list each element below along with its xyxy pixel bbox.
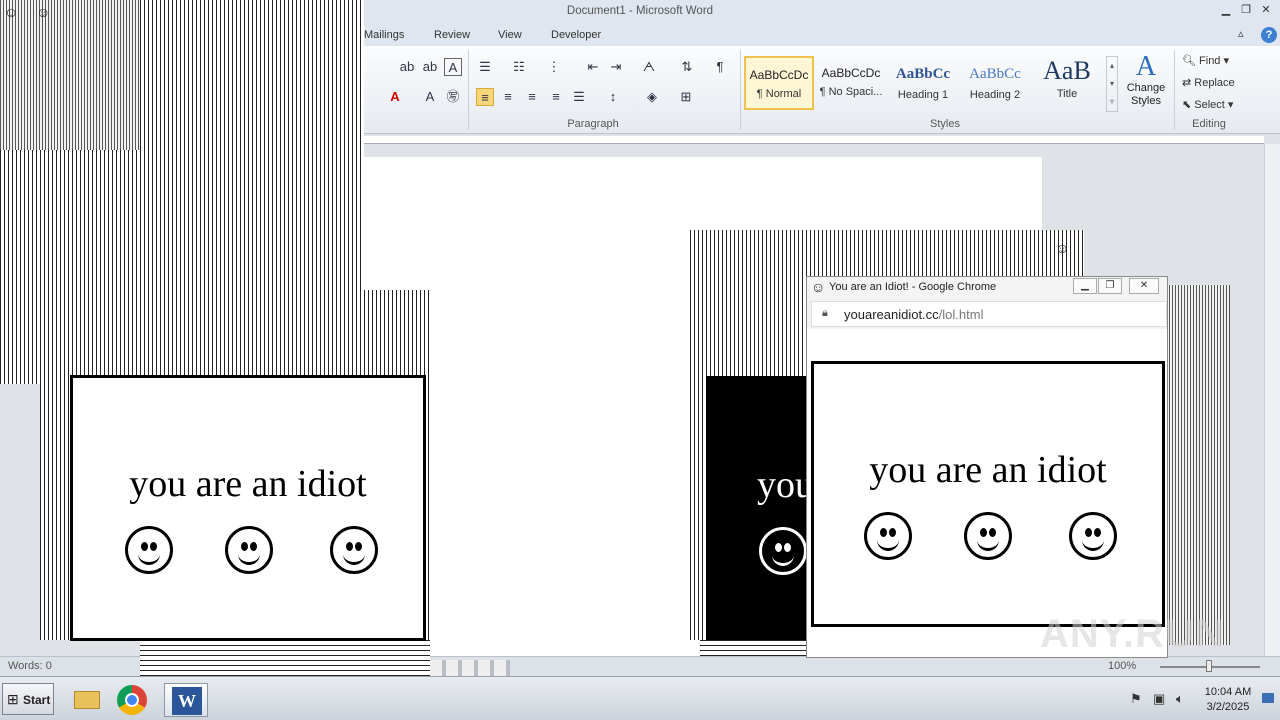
styles-scroll[interactable]: ▴ ▾ ▿ — [1106, 56, 1118, 112]
smiley-icon — [225, 526, 273, 574]
line-spacing-icon[interactable]: ↕ — [604, 88, 622, 106]
shading-icon[interactable]: ◈ — [643, 88, 661, 106]
style-heading-1[interactable]: AaBbCc Heading 1 — [888, 56, 958, 110]
tab-developer[interactable]: Developer — [551, 29, 601, 41]
lock-icon: 🔒︎ — [822, 307, 828, 319]
decrease-indent-icon[interactable]: ⇤ — [584, 58, 602, 76]
horizontal-ruler — [364, 136, 1264, 144]
idiot-panel: you are an idiot — [70, 375, 426, 641]
network-icon[interactable]: ▣ — [1153, 691, 1165, 707]
style-no-spacing[interactable]: AaBbCcDc ¶ No Spaci... — [816, 56, 886, 110]
close-button[interactable]: ✕ — [1258, 2, 1274, 18]
watermark: ANY.RUN — [1040, 612, 1225, 656]
chrome-icon — [117, 685, 147, 715]
system-clock[interactable]: 10:04 AM 3/2/2025 — [1196, 685, 1260, 715]
smiley-icon — [330, 526, 378, 574]
show-desktop-button[interactable] — [1262, 693, 1274, 703]
numbering-icon[interactable]: ☷ — [510, 58, 528, 76]
vertical-scrollbar[interactable] — [1264, 144, 1280, 656]
idiot-panel-inverted: you — [706, 376, 816, 640]
increase-indent-icon[interactable]: ⇥ — [607, 58, 625, 76]
align-left-icon[interactable]: ≡ — [476, 88, 494, 106]
find-button[interactable]: 🔍︎ Find ▾ — [1182, 54, 1229, 67]
style-title[interactable]: AaB Title — [1032, 56, 1102, 110]
smiley-icon: ☺ — [36, 4, 51, 20]
tab-mailings[interactable]: Mailings — [364, 29, 404, 41]
taskbar: ⊞ Start W ⚑ ▣ 🔈︎ 10:04 AM 3/2/2025 — [0, 676, 1280, 720]
text-direction-icon[interactable]: ᗅ — [640, 58, 658, 76]
chrome-minimize-button[interactable]: ▁ — [1073, 278, 1097, 294]
group-label-editing: Editing — [1192, 118, 1226, 130]
window-trail-artifact — [0, 0, 140, 150]
align-right-icon[interactable]: ≡ — [523, 88, 541, 106]
smiley-icon — [125, 526, 173, 574]
style-heading-2[interactable]: AaBbCc Heading 2 — [960, 56, 1030, 110]
minimize-button[interactable]: ▁ — [1218, 2, 1234, 18]
window-trail-artifact — [140, 640, 430, 676]
tab-review[interactable]: Review — [434, 29, 470, 41]
char-shading-icon[interactable]: A — [421, 88, 439, 106]
url-text: youareanidiot.cc/lol.html — [844, 307, 984, 322]
sort-icon[interactable]: ⇅ — [678, 58, 696, 76]
taskbar-chrome[interactable] — [110, 683, 154, 717]
change-styles-button[interactable]: A Change Styles — [1122, 52, 1170, 114]
window-trail-artifact — [430, 660, 510, 676]
window-trail-artifact — [1160, 285, 1230, 645]
smiley-icon — [864, 512, 912, 560]
style-normal[interactable]: AaBbCcDc ¶ Normal — [744, 56, 814, 110]
tab-view[interactable]: View — [498, 29, 522, 41]
replace-icon: ⇄ — [1182, 77, 1192, 89]
replace-button[interactable]: ⇄ Replace — [1182, 76, 1235, 89]
thesaurus-icon[interactable]: ab — [421, 58, 439, 76]
chrome-restore-button[interactable]: ❐ — [1098, 278, 1122, 294]
justify-icon[interactable]: ≡ — [547, 88, 565, 106]
chrome-popup-window[interactable]: ☺ You are an Idiot! - Google Chrome ▁ ❐ … — [806, 276, 1168, 658]
cursor-icon: ⬉ — [1182, 99, 1192, 111]
chrome-title-bar[interactable]: ☺ You are an Idiot! - Google Chrome ▁ ❐ … — [807, 277, 1167, 299]
spelling-icon[interactable]: ab — [398, 58, 416, 76]
zoom-slider-thumb[interactable] — [1206, 660, 1212, 672]
smiley-icon: ☺ — [1055, 240, 1070, 256]
zoom-level[interactable]: 100% — [1108, 660, 1136, 672]
smiley-icon: ☺ — [4, 4, 19, 20]
taskbar-word[interactable]: W — [164, 683, 208, 717]
folder-icon — [74, 691, 100, 709]
font-color-icon[interactable]: A — [386, 88, 404, 106]
speaker-icon[interactable]: 🔈︎ — [1176, 691, 1184, 707]
chrome-close-button[interactable]: ✕ — [1129, 278, 1159, 294]
taskbar-explorer[interactable] — [64, 683, 108, 717]
change-styles-icon: A — [1135, 51, 1157, 82]
smiley-icon: ☺ — [811, 279, 826, 295]
text-effects-icon[interactable]: A — [444, 58, 462, 76]
smiley-icon — [759, 527, 807, 575]
word-icon: W — [172, 687, 202, 715]
enclose-char-icon[interactable]: ㊢ — [444, 88, 462, 106]
idiot-message: you are an idiot — [129, 463, 367, 505]
smiley-icon — [1069, 512, 1117, 560]
select-button[interactable]: ⬉ Select ▾ — [1182, 98, 1233, 111]
idiot-panel: you are an idiot — [811, 361, 1165, 627]
restore-button[interactable]: ❐ — [1238, 2, 1254, 18]
bullets-icon[interactable]: ☰ — [476, 58, 494, 76]
start-button[interactable]: ⊞ Start — [2, 683, 54, 715]
group-label-styles: Styles — [930, 118, 960, 130]
windows-flag-icon: ⊞ — [7, 691, 19, 707]
flag-icon[interactable]: ⚑ — [1130, 691, 1142, 707]
word-count[interactable]: Words: 0 — [8, 660, 52, 672]
distributed-icon[interactable]: ☰ — [570, 88, 588, 106]
chrome-window-title: You are an Idiot! - Google Chrome — [829, 281, 997, 293]
window-trail-artifact — [700, 640, 810, 656]
align-center-icon[interactable]: ≡ — [499, 88, 517, 106]
help-icon[interactable]: ? — [1261, 27, 1277, 43]
smiley-icon — [964, 512, 1012, 560]
address-bar[interactable]: 🔒︎ youareanidiot.cc/lol.html — [811, 301, 1167, 327]
show-marks-icon[interactable]: ¶ — [711, 58, 729, 76]
find-icon: 🔍︎ — [1182, 55, 1196, 67]
minimize-ribbon-icon[interactable]: ▵ — [1238, 27, 1244, 40]
multilevel-list-icon[interactable]: ⋮ — [545, 58, 563, 76]
idiot-message: you are an idiot — [869, 449, 1107, 491]
group-label-paragraph: Paragraph — [567, 118, 619, 130]
borders-icon[interactable]: ⊞ — [677, 88, 695, 106]
